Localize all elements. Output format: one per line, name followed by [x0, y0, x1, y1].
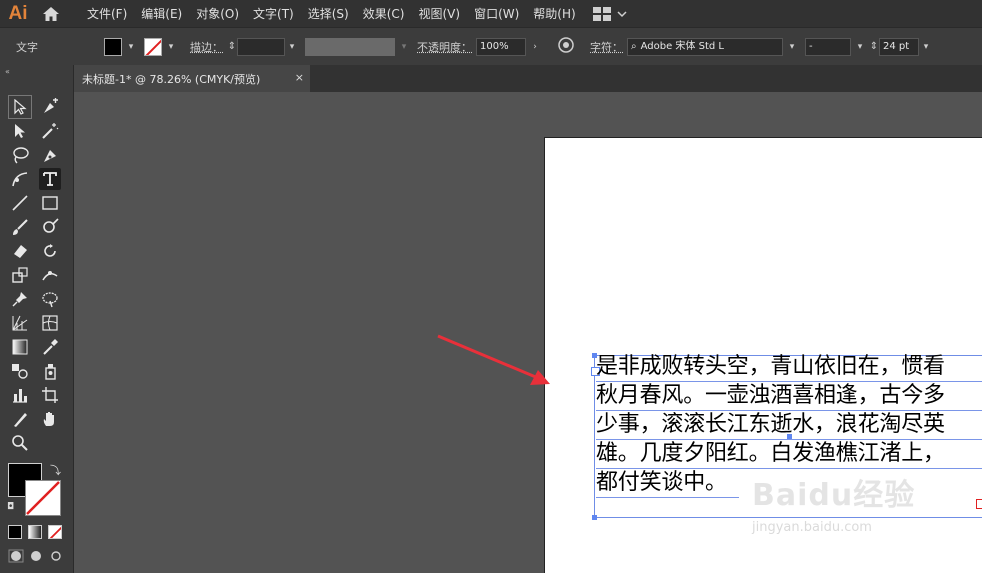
chevron-right-icon[interactable]: › [530, 42, 540, 52]
perspective-grid-icon[interactable] [9, 312, 31, 334]
mesh-tool-icon[interactable] [39, 312, 61, 334]
stepper-icon[interactable]: ⇕ [869, 41, 879, 52]
menu-view[interactable]: 视图(V) [411, 5, 467, 22]
variable-width-profile[interactable] [305, 37, 395, 56]
recolor-icon[interactable] [558, 37, 574, 56]
tab-title: 未标题-1* @ 78.26% (CMYK/预览) [82, 72, 261, 86]
stroke-weight-field[interactable] [237, 37, 285, 56]
tab-document[interactable]: 未标题-1* @ 78.26% (CMYK/预览) × [74, 65, 310, 92]
annotation-arrow-icon [437, 334, 550, 385]
text-line: 都付笑谈中。 [596, 469, 739, 498]
shaper-tool-icon[interactable] [39, 216, 61, 238]
font-style-field[interactable]: - [805, 37, 851, 56]
menu-file[interactable]: 文件(F) [80, 5, 134, 22]
tools-panel: « ⤵ ◘ [0, 65, 74, 573]
gradient-mode-icon[interactable] [28, 525, 42, 539]
collapse-panel-icon[interactable]: « [5, 67, 10, 76]
selection-tool-icon[interactable] [8, 95, 32, 119]
menu-help[interactable]: 帮助(H) [526, 5, 582, 22]
overset-text-icon[interactable] [976, 499, 982, 509]
chevron-down-icon[interactable]: ▾ [166, 42, 176, 52]
type-tool-icon[interactable] [39, 168, 61, 190]
control-bar: 文字 ▾ ▾ 描边： ⇕ ▾ ▾ 不透明度： 100% › 字符： ⌕ Adob… [0, 27, 982, 66]
home-icon[interactable] [36, 6, 66, 22]
menu-bar: Ai 文件(F) 编辑(E) 对象(O) 文字(T) 选择(S) 效果(C) 视… [0, 0, 982, 27]
zoom-tool-icon[interactable] [9, 432, 31, 454]
direct-selection-tool-icon[interactable] [9, 120, 31, 142]
close-icon[interactable]: × [295, 71, 304, 84]
pin-tool-icon[interactable] [9, 288, 31, 310]
font-family-value: Adobe 宋体 Std L [640, 40, 724, 52]
add-anchor-pen-icon[interactable] [39, 96, 61, 118]
shape-builder-icon[interactable] [39, 288, 61, 310]
chevron-down-icon[interactable]: ▾ [787, 42, 797, 52]
curvature-tool-icon[interactable] [9, 168, 31, 190]
stroke-color-swatch[interactable] [25, 480, 61, 516]
font-family-field[interactable]: ⌕ Adobe 宋体 Std L [627, 37, 783, 56]
color-mode-icon[interactable] [8, 525, 22, 539]
blend-tool-icon[interactable] [9, 360, 31, 382]
line-tool-icon[interactable] [9, 192, 31, 214]
paintbrush-icon[interactable] [9, 216, 31, 238]
artboard-tool-icon[interactable] [39, 384, 61, 406]
selection-handle[interactable] [592, 515, 597, 520]
chevron-down-icon[interactable]: ▾ [921, 42, 931, 52]
chevron-down-icon[interactable]: ▾ [126, 42, 136, 52]
eyedropper-icon[interactable] [39, 336, 61, 358]
rotate-tool-icon[interactable] [39, 240, 61, 262]
font-size-field[interactable]: 24 pt [879, 37, 919, 56]
chevron-down-icon[interactable]: ▾ [287, 42, 297, 52]
puppet-warp-icon[interactable] [39, 264, 61, 286]
magic-wand-icon[interactable] [39, 120, 61, 142]
main-menu: 文件(F) 编辑(E) 对象(O) 文字(T) 选择(S) 效果(C) 视图(V… [80, 5, 583, 22]
text-line: 秋月春风。一壶浊酒喜相逢，古今多 [596, 382, 982, 411]
search-icon: ⌕ [631, 40, 637, 52]
draw-behind-icon[interactable] [28, 549, 44, 566]
menu-select[interactable]: 选择(S) [301, 5, 356, 22]
draw-normal-icon[interactable] [8, 549, 24, 566]
menu-edit[interactable]: 编辑(E) [134, 5, 189, 22]
slice-tool-icon[interactable] [9, 408, 31, 430]
stroke-swatch[interactable] [144, 37, 162, 56]
eraser-icon[interactable] [9, 240, 31, 262]
none-mode-icon[interactable] [48, 525, 62, 539]
rectangle-tool-icon[interactable] [39, 192, 61, 214]
menu-window[interactable]: 窗口(W) [467, 5, 526, 22]
opacity-label[interactable]: 不透明度： [417, 39, 472, 55]
fill-swatch[interactable] [104, 37, 122, 56]
workspace-grid-icon [592, 6, 611, 21]
lasso-icon[interactable] [9, 144, 31, 166]
menu-object[interactable]: 对象(O) [189, 5, 246, 22]
opacity-field[interactable]: 100% [476, 37, 526, 56]
text-line: 是非成败转头空，青山依旧在，惯看 [596, 353, 982, 382]
stepper-icon[interactable]: ⇕ [227, 41, 237, 52]
menu-effect[interactable]: 效果(C) [356, 5, 412, 22]
character-label[interactable]: 字符： [590, 39, 623, 55]
stroke-label[interactable]: 描边： [190, 39, 223, 55]
chevron-down-icon [617, 10, 627, 17]
chevron-down-icon[interactable]: ▾ [399, 42, 409, 52]
column-graph-icon[interactable] [9, 384, 31, 406]
draw-inside-icon[interactable] [48, 549, 64, 566]
menu-type[interactable]: 文字(T) [246, 5, 301, 22]
text-line: 少事，滚滚长江东逝水，浪花淘尽英 [596, 411, 982, 440]
app-logo: Ai [8, 2, 28, 24]
pen-tool-icon[interactable] [39, 144, 61, 166]
symbol-sprayer-icon[interactable] [39, 360, 61, 382]
default-colors-icon[interactable]: ◘ [7, 502, 14, 512]
text-line: 雄。几度夕阳红。白发渔樵江渚上， [596, 440, 982, 469]
workspace-switcher[interactable] [592, 6, 627, 21]
gradient-tool-icon[interactable] [9, 336, 31, 358]
text-content[interactable]: 是非成败转头空，青山依旧在，惯看 秋月春风。一壶浊酒喜相逢，古今多 少事，滚滚长… [596, 353, 982, 498]
context-label: 文字 [16, 40, 38, 54]
hand-tool-icon[interactable] [39, 408, 61, 430]
swap-fill-stroke-icon[interactable]: ⤵ [50, 462, 61, 478]
document-tab-bar: 未标题-1* @ 78.26% (CMYK/预览) × [74, 65, 982, 92]
scale-tool-icon[interactable] [9, 264, 31, 286]
chevron-down-icon[interactable]: ▾ [855, 42, 865, 52]
